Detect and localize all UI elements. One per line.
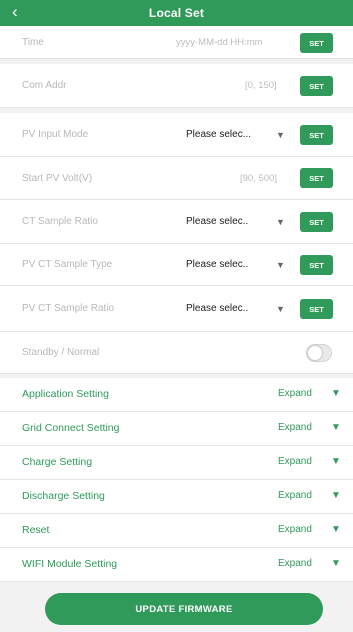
pv-ct-sample-type-set-button[interactable]: SET [300, 255, 333, 275]
section-grid-connect-setting[interactable]: Grid Connect Setting Expand ▼ [0, 412, 353, 446]
section-application-setting[interactable]: Application Setting Expand ▼ [0, 378, 353, 412]
chevron-down-icon[interactable]: ▼ [276, 304, 285, 314]
chevron-down-icon[interactable]: ▼ [331, 524, 341, 535]
time-set-button[interactable]: SET [300, 33, 333, 53]
section-wifi-module-setting[interactable]: WIFI Module Setting Expand ▼ [0, 548, 353, 582]
ct-sample-ratio-label: CT Sample Ratio [22, 216, 98, 227]
section-discharge-setting[interactable]: Discharge Setting Expand ▼ [0, 480, 353, 514]
page-title: Local Set [148, 6, 205, 20]
section-reset[interactable]: Reset Expand ▼ [0, 514, 353, 548]
chevron-down-icon[interactable]: ▼ [331, 490, 341, 501]
expand-link[interactable]: Expand [278, 388, 312, 399]
section-label: Reset [22, 524, 50, 536]
pv-ct-sample-type-select[interactable]: Please selec.. [186, 259, 248, 270]
chevron-down-icon[interactable]: ▼ [331, 388, 341, 399]
pv-input-mode-set-button[interactable]: SET [300, 125, 333, 145]
pv-input-mode-select[interactable]: Please selec... [186, 129, 251, 140]
ct-sample-ratio-select[interactable]: Please selec.. [186, 216, 248, 227]
ct-sample-ratio-set-button[interactable]: SET [300, 212, 333, 232]
start-pv-volt-input[interactable]: [90, 500] [240, 173, 277, 184]
chevron-down-icon[interactable]: ▼ [276, 130, 285, 140]
expand-link[interactable]: Expand [278, 422, 312, 433]
section-label: Application Setting [22, 388, 109, 400]
section-label: Charge Setting [22, 456, 93, 468]
start-pv-volt-label: Start PV Volt(V) [22, 172, 93, 184]
toggle-knob [308, 346, 322, 360]
expand-link[interactable]: Expand [278, 490, 312, 501]
app-header: ‹ Local Set [0, 0, 353, 26]
row-standby-normal: Standby / Normal [0, 332, 353, 374]
row-ct-sample-ratio: CT Sample Ratio Please selec.. ▼ SET [0, 200, 353, 244]
pv-ct-sample-ratio-select[interactable]: Please selec.. [186, 303, 248, 314]
row-com-addr: Com Addr [0, 150] SET [0, 64, 353, 108]
com-addr-label: Com Addr [22, 80, 67, 91]
chevron-down-icon[interactable]: ▼ [276, 260, 285, 270]
chevron-left-icon[interactable]: ‹ [12, 2, 18, 22]
row-time: Time yyyy-MM-dd HH:mm SET [0, 26, 353, 59]
expand-link[interactable]: Expand [278, 456, 312, 467]
com-addr-set-button[interactable]: SET [300, 76, 333, 96]
time-input[interactable]: yyyy-MM-dd HH:mm [176, 37, 263, 48]
com-addr-input[interactable]: [0, 150] [245, 80, 277, 91]
section-label: Grid Connect Setting [22, 422, 120, 434]
pv-ct-sample-type-label: PV CT Sample Type [22, 259, 113, 270]
footer: UPDATE FIRMWARE [0, 585, 353, 632]
pv-ct-sample-ratio-label: PV CT Sample Ratio [22, 303, 115, 314]
expand-link[interactable]: Expand [278, 524, 312, 535]
chevron-down-icon[interactable]: ▼ [331, 456, 341, 467]
chevron-down-icon[interactable]: ▼ [331, 558, 341, 569]
section-label: WIFI Module Setting [22, 558, 118, 570]
standby-normal-toggle[interactable] [306, 344, 332, 362]
update-firmware-button[interactable]: UPDATE FIRMWARE [45, 593, 323, 625]
row-pv-input-mode: PV Input Mode Please selec... ▼ SET [0, 113, 353, 157]
chevron-down-icon[interactable]: ▼ [276, 217, 285, 227]
row-start-pv-volt: Start PV Volt(V) [90, 500] SET [0, 157, 353, 200]
section-charge-setting[interactable]: Charge Setting Expand ▼ [0, 446, 353, 480]
chevron-down-icon[interactable]: ▼ [331, 422, 341, 433]
section-label: Discharge Setting [22, 490, 105, 502]
pv-ct-sample-ratio-set-button[interactable]: SET [300, 299, 333, 319]
pv-input-mode-label: PV Input Mode [22, 129, 89, 140]
row-pv-ct-sample-ratio: PV CT Sample Ratio Please selec.. ▼ SET [0, 286, 353, 332]
start-pv-volt-set-button[interactable]: SET [300, 168, 333, 188]
row-pv-ct-sample-type: PV CT Sample Type Please selec.. ▼ SET [0, 244, 353, 286]
standby-normal-label: Standby / Normal [22, 347, 100, 358]
expand-link[interactable]: Expand [278, 558, 312, 569]
time-label: Time [22, 36, 44, 48]
